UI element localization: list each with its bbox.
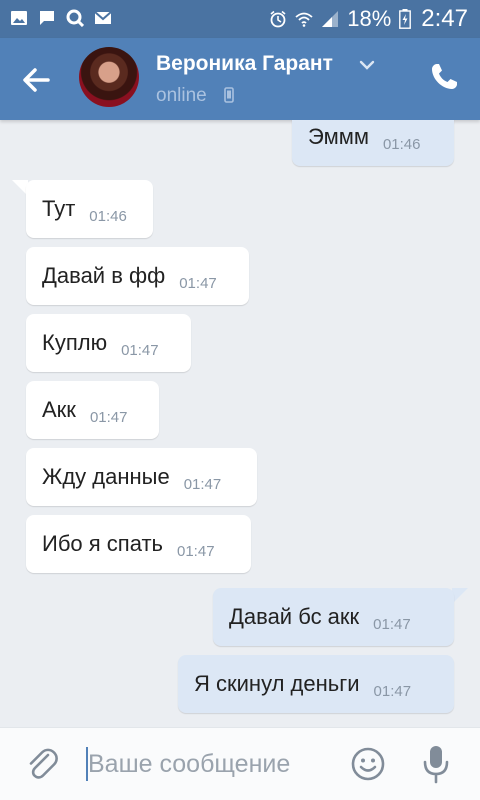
gmail-icon <box>94 11 112 24</box>
message-text: Давай в фф <box>42 263 166 288</box>
smile-icon[interactable] <box>350 746 386 782</box>
message-text: Я скинул деньги <box>194 671 360 696</box>
mobile-phone-icon <box>224 87 234 103</box>
message-time: 01:47 <box>121 341 159 359</box>
wifi-icon <box>295 12 313 27</box>
signal-icon <box>322 11 339 27</box>
message-time: 01:47 <box>373 682 412 700</box>
avatar[interactable] <box>79 47 139 107</box>
compose-bar <box>0 727 480 800</box>
message-list: Эммм 01:46 Тут 01:46 Давай в фф 01:47 Ку… <box>0 120 480 727</box>
message-input[interactable] <box>88 742 338 786</box>
chat-icon <box>40 11 54 25</box>
alarm-icon <box>270 10 286 28</box>
microphone-icon[interactable] <box>420 744 452 784</box>
message-outgoing[interactable]: Давай бс акк 01:47 <box>213 588 454 646</box>
message-incoming[interactable]: Куплю 01:47 <box>26 314 191 372</box>
message-time: 01:47 <box>177 542 215 560</box>
battery-icon <box>399 9 412 29</box>
message-time: 01:47 <box>89 408 128 426</box>
chat-header: Вероника Гарант online <box>0 38 480 120</box>
message-text: Куплю <box>42 330 108 355</box>
back-arrow-icon[interactable] <box>18 62 54 98</box>
message-time: 01:47 <box>183 475 222 493</box>
search-icon <box>66 9 84 27</box>
message-time: 01:47 <box>373 615 411 633</box>
message-outgoing[interactable]: Эммм 01:46 <box>292 120 454 166</box>
clock: 2:47 <box>421 5 468 32</box>
message-text: Ибо я спать <box>42 531 163 556</box>
message-text: Тут <box>42 196 76 221</box>
message-text: Жду данные <box>42 464 170 489</box>
message-time: 01:47 <box>179 274 217 292</box>
phone-call-icon[interactable] <box>428 61 460 93</box>
contact-status: online <box>156 85 207 106</box>
message-incoming[interactable]: Давай в фф 01:47 <box>26 247 249 305</box>
message-incoming[interactable]: Ибо я спать 01:47 <box>26 515 251 573</box>
battery-percent: 18% <box>347 6 392 31</box>
message-outgoing[interactable]: Я скинул деньги 01:47 <box>178 655 454 713</box>
message-incoming[interactable]: Жду данные 01:47 <box>26 448 257 506</box>
paperclip-icon[interactable] <box>24 746 60 782</box>
contact-name[interactable]: Вероника Гарант <box>156 52 333 76</box>
message-text: Эммм <box>308 124 369 149</box>
message-text: Давай бс акк <box>229 604 360 629</box>
message-time: 01:46 <box>89 207 127 225</box>
status-bar: 18% 2:47 <box>0 0 480 38</box>
image-icon <box>11 11 27 25</box>
message-incoming[interactable]: Акк 01:47 <box>26 381 159 439</box>
chevron-down-icon[interactable] <box>359 60 375 70</box>
message-text: Акк <box>42 397 76 422</box>
message-incoming[interactable]: Тут 01:46 <box>26 180 153 238</box>
message-time: 01:46 <box>382 135 421 153</box>
bubble-tail <box>452 588 468 604</box>
